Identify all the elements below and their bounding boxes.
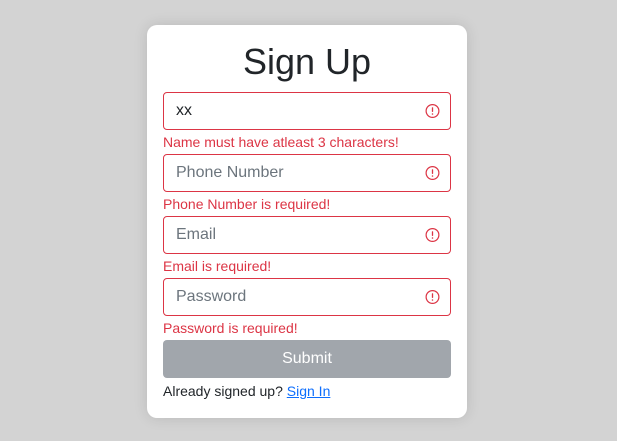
phone-field[interactable] — [163, 154, 451, 192]
name-field[interactable] — [163, 92, 451, 130]
email-input[interactable] — [176, 226, 438, 244]
signin-prompt: Already signed up? Sign In — [163, 383, 451, 399]
signin-prompt-text: Already signed up? — [163, 383, 283, 399]
phone-input[interactable] — [176, 164, 438, 182]
email-field[interactable] — [163, 216, 451, 254]
alert-circle-icon — [425, 228, 440, 243]
phone-error: Phone Number is required! — [163, 196, 331, 212]
signin-link[interactable]: Sign In — [287, 383, 331, 399]
password-input[interactable] — [176, 288, 438, 306]
email-error: Email is required! — [163, 258, 272, 274]
submit-button[interactable]: Submit — [163, 340, 451, 378]
signup-card: Sign Up Name must have atleast 3 charact… — [147, 25, 467, 418]
alert-circle-icon — [425, 290, 440, 305]
alert-circle-icon — [425, 166, 440, 181]
password-error: Password is required! — [163, 320, 298, 336]
alert-circle-icon — [425, 104, 440, 119]
page-title: Sign Up — [242, 41, 372, 82]
name-error: Name must have atleast 3 characters! — [163, 134, 399, 150]
password-field[interactable] — [163, 278, 451, 316]
name-input[interactable] — [176, 102, 438, 120]
